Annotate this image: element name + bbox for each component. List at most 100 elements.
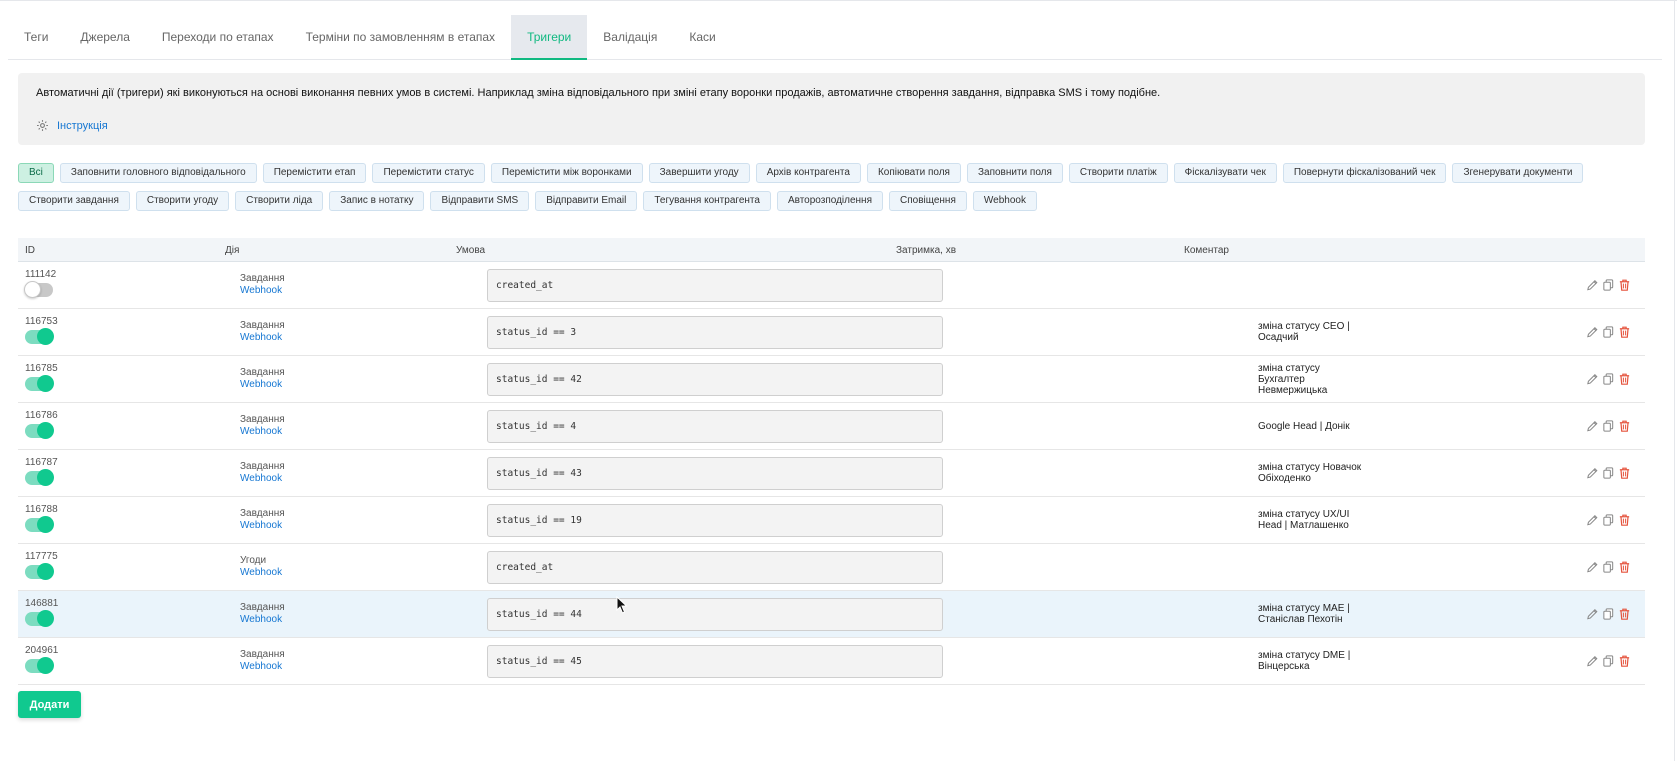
filter-chip[interactable]: Тегування контрагента	[643, 191, 771, 211]
action-link[interactable]: Webhook	[240, 332, 285, 344]
enabled-toggle[interactable]	[25, 657, 54, 674]
tab-3[interactable]: Переходи по етапах	[146, 15, 290, 60]
edit-pencil-icon[interactable]	[1586, 654, 1599, 668]
filter-chip[interactable]: Авторозподілення	[776, 191, 883, 211]
tab-7[interactable]: Каси	[673, 15, 731, 60]
enabled-toggle[interactable]	[25, 610, 54, 627]
delete-trash-icon[interactable]	[1618, 372, 1631, 386]
delete-trash-icon[interactable]	[1618, 466, 1631, 480]
copy-icon[interactable]	[1602, 278, 1615, 292]
filter-chip[interactable]: Перемістити статус	[372, 163, 485, 183]
table-row: 116788 Завдання Webhook status_id == 19 змін…	[18, 497, 1645, 544]
instruction-link[interactable]: Інструкція	[36, 119, 108, 132]
action-link[interactable]: Webhook	[240, 661, 285, 673]
instruction-link-label: Інструкція	[57, 119, 108, 132]
condition-field[interactable]: status_id == 19	[487, 504, 943, 537]
row-actions	[1586, 325, 1631, 339]
enabled-toggle[interactable]	[25, 422, 54, 439]
condition-field[interactable]: status_id == 42	[487, 363, 943, 396]
table-row: 116753 Завдання Webhook status_id == 3 зміна…	[18, 309, 1645, 356]
row-actions	[1586, 654, 1631, 668]
edit-pencil-icon[interactable]	[1586, 607, 1599, 621]
action-link[interactable]: Webhook	[240, 520, 285, 532]
enabled-toggle[interactable]	[25, 375, 54, 392]
copy-icon[interactable]	[1602, 419, 1615, 433]
delete-trash-icon[interactable]	[1618, 607, 1631, 621]
filter-chip[interactable]: Створити угоду	[135, 191, 230, 211]
tab-1[interactable]: Теги	[8, 15, 64, 60]
filter-chip[interactable]: Запис в нотатку	[329, 191, 425, 211]
condition-field[interactable]: status_id == 45	[487, 645, 943, 678]
filter-chip[interactable]: Архів контрагента	[755, 163, 861, 183]
enabled-toggle[interactable]	[24, 281, 53, 298]
copy-icon[interactable]	[1602, 466, 1615, 480]
trigger-id: 116785	[25, 363, 58, 374]
condition-field[interactable]: created_at	[487, 269, 943, 302]
edit-pencil-icon[interactable]	[1586, 513, 1599, 527]
comment-text: зміна статусу CEO | Осадчий	[1258, 321, 1350, 343]
filter-chip[interactable]: Створити ліда	[235, 191, 324, 211]
copy-icon[interactable]	[1602, 654, 1615, 668]
delete-trash-icon[interactable]	[1618, 278, 1631, 292]
action-link[interactable]: Webhook	[240, 285, 285, 297]
action-link[interactable]: Webhook	[240, 567, 282, 579]
filter-chip[interactable]: Відправити SMS	[430, 191, 530, 211]
row-actions	[1586, 560, 1631, 574]
condition-field[interactable]: created_at	[487, 551, 943, 584]
delete-trash-icon[interactable]	[1618, 325, 1631, 339]
edit-pencil-icon[interactable]	[1586, 466, 1599, 480]
enabled-toggle[interactable]	[25, 328, 54, 345]
filter-chip[interactable]: Повернути фіскалізований чек	[1282, 163, 1447, 183]
condition-field[interactable]: status_id == 44	[487, 598, 943, 631]
toggle-knob	[24, 281, 41, 298]
delete-trash-icon[interactable]	[1618, 419, 1631, 433]
tab-5[interactable]: Тригери	[511, 15, 588, 60]
table-row: 116786 Завдання Webhook status_id == 4 Googl…	[18, 403, 1645, 450]
filter-chip[interactable]: Згенерувати документи	[1452, 163, 1584, 183]
copy-icon[interactable]	[1602, 325, 1615, 339]
info-text: Автоматичні дії (тригери) які виконуютьс…	[36, 87, 1161, 99]
filter-chip[interactable]: Відправити Email	[535, 191, 638, 211]
edit-pencil-icon[interactable]	[1586, 419, 1599, 433]
enabled-toggle[interactable]	[25, 516, 54, 533]
copy-icon[interactable]	[1602, 513, 1615, 527]
copy-icon[interactable]	[1602, 560, 1615, 574]
filter-chip[interactable]: Webhook	[972, 191, 1037, 211]
tab-2[interactable]: Джерела	[64, 15, 145, 60]
enabled-toggle[interactable]	[25, 563, 54, 580]
filter-chip[interactable]: Всі	[18, 163, 54, 183]
filter-chip[interactable]: Копіювати поля	[866, 163, 961, 183]
filter-chip[interactable]: Заповнити головного відповідального	[59, 163, 257, 183]
delete-trash-icon[interactable]	[1618, 560, 1631, 574]
filter-chip[interactable]: Завершити угоду	[648, 163, 750, 183]
action-link[interactable]: Webhook	[240, 473, 285, 485]
condition-field[interactable]: status_id == 3	[487, 316, 943, 349]
edit-pencil-icon[interactable]	[1586, 560, 1599, 574]
condition-field[interactable]: status_id == 4	[487, 410, 943, 443]
action-link[interactable]: Webhook	[240, 426, 285, 438]
delete-trash-icon[interactable]	[1618, 654, 1631, 668]
edit-pencil-icon[interactable]	[1586, 325, 1599, 339]
header-comment: Коментар	[1184, 245, 1229, 256]
tab-6[interactable]: Валідація	[587, 15, 673, 60]
action-link[interactable]: Webhook	[240, 379, 285, 391]
filter-chip[interactable]: Заповнити поля	[966, 163, 1063, 183]
filter-chip[interactable]: Перемістити етап	[262, 163, 367, 183]
edit-pencil-icon[interactable]	[1586, 278, 1599, 292]
filter-chip[interactable]: Фіскалізувати чек	[1173, 163, 1277, 183]
filter-chip[interactable]: Створити платіж	[1068, 163, 1168, 183]
filter-chip[interactable]: Створити завдання	[18, 191, 130, 211]
copy-icon[interactable]	[1602, 607, 1615, 621]
comment-text: зміна статусу Новачок Обіходенко	[1258, 462, 1362, 484]
edit-pencil-icon[interactable]	[1586, 372, 1599, 386]
enabled-toggle[interactable]	[25, 469, 54, 486]
delete-trash-icon[interactable]	[1618, 513, 1631, 527]
condition-field[interactable]: status_id == 43	[487, 457, 943, 490]
copy-icon[interactable]	[1602, 372, 1615, 386]
add-button[interactable]: Додати	[18, 691, 81, 718]
filter-chip[interactable]: Сповіщення	[889, 191, 967, 211]
filter-chip[interactable]: Перемістити між воронками	[490, 163, 643, 183]
tab-4[interactable]: Терміни по замовленням в етапах	[290, 15, 512, 60]
toggle-knob	[37, 610, 54, 627]
action-link[interactable]: Webhook	[240, 614, 285, 626]
